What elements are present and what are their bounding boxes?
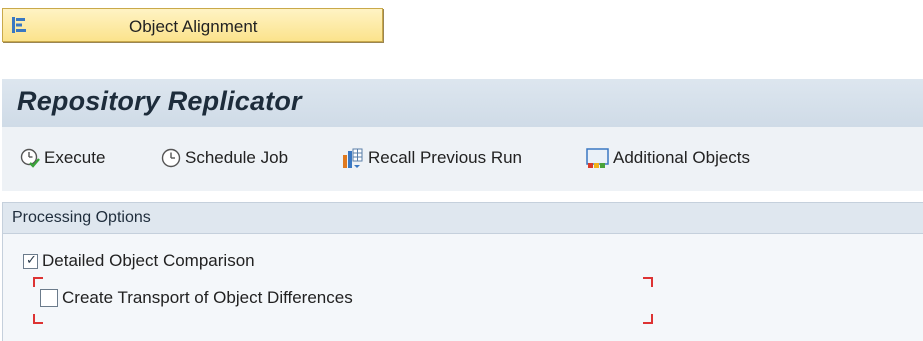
execute-icon [20,148,40,168]
application-toolbar: Execute Schedule Job Recall Previous Run [2,127,923,191]
recall-previous-run-button[interactable]: Recall Previous Run [341,145,522,171]
detailed-comparison-checkbox[interactable]: ✓ [23,251,38,269]
detailed-comparison-label: Detailed Object Comparison [42,251,255,270]
schedule-job-button[interactable]: Schedule Job [161,145,288,171]
detailed-comparison-option[interactable]: ✓ Detailed Object Comparison [23,251,255,271]
additional-objects-button[interactable]: Additional Objects [586,145,750,171]
create-transport-checkbox[interactable] [40,289,58,307]
focus-frame-corner [643,277,653,287]
processing-options-title: Processing Options [3,203,923,234]
execute-button[interactable]: Execute [20,145,105,171]
page-title: Repository Replicator [17,86,302,116]
additional-objects-icon [586,148,609,168]
object-alignment-label: Object Alignment [129,17,258,36]
recall-previous-run-label: Recall Previous Run [368,148,523,167]
recall-table-icon [343,148,363,168]
tree-structure-icon [12,17,26,33]
focus-frame-corner [33,277,43,287]
focus-frame-corner [33,314,43,324]
execute-label: Execute [44,148,106,167]
clock-icon [161,148,181,167]
focus-frame-corner [643,314,653,324]
create-transport-label: Create Transport of Object Differences [62,288,353,307]
page-title-bar: Repository Replicator [2,79,923,127]
schedule-job-label: Schedule Job [185,148,289,167]
create-transport-option[interactable]: Create Transport of Object Differences [40,288,353,308]
additional-objects-label: Additional Objects [613,148,751,167]
object-alignment-button[interactable]: Object Alignment [2,8,383,42]
checkmark-icon: ✓ [26,251,37,267]
processing-options-group: Processing Options ✓ Detailed Object Com… [2,202,923,341]
